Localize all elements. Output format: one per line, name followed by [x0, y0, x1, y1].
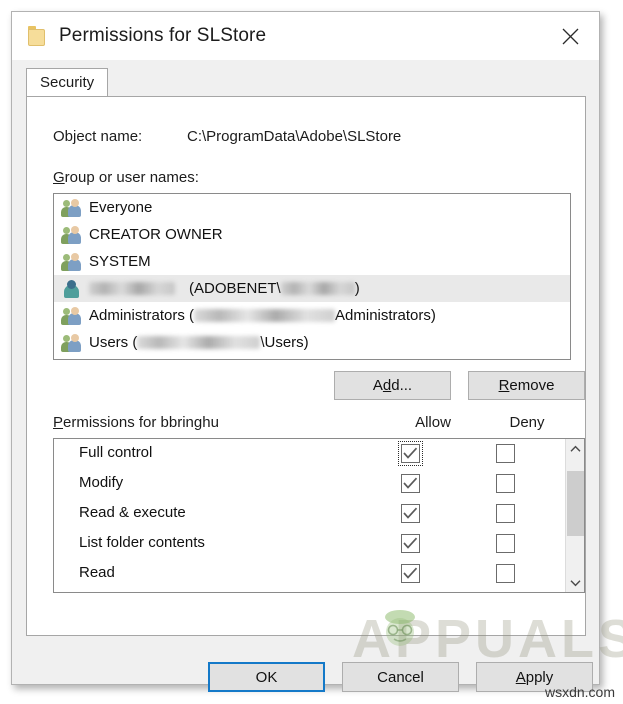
table-row[interactable]: Read & execute: [54, 499, 565, 529]
table-row[interactable]: Write: [54, 589, 565, 592]
permissions-scrollbar[interactable]: [565, 439, 584, 592]
list-item[interactable]: Administrators ( Administrators): [54, 302, 570, 329]
dialog-title: Permissions for SLStore: [59, 25, 267, 46]
list-item-label: Users (: [89, 334, 138, 351]
list-item[interactable]: Everyone: [54, 194, 570, 221]
allow-checkbox[interactable]: [401, 564, 420, 583]
group-icon: [61, 252, 81, 271]
list-item[interactable]: SYSTEM: [54, 248, 570, 275]
list-item-label: Everyone: [89, 199, 153, 216]
permissions-label: Permissions for bbringhu: [53, 414, 219, 431]
table-row[interactable]: Modify: [54, 469, 565, 499]
permission-name: List folder contents: [79, 534, 205, 551]
tab-security-label: Security: [40, 74, 95, 91]
permission-name: Read: [79, 564, 115, 581]
site-watermark: wsxdn.com: [544, 684, 615, 700]
chevron-up-icon[interactable]: [566, 439, 584, 458]
permissions-listbox[interactable]: Full control Modify Read & execute List …: [53, 438, 585, 593]
list-item[interactable]: Users ( \Users): [54, 329, 570, 356]
tab-security[interactable]: Security: [26, 68, 109, 96]
object-name-label: Object name:: [53, 128, 143, 145]
add-button[interactable]: Ad d...: [334, 371, 451, 400]
scrollbar-thumb[interactable]: [567, 471, 584, 536]
dialog-titlebar: Permissions for SLStore: [12, 12, 599, 60]
redacted-username: [89, 282, 175, 295]
redacted-domain: [137, 336, 261, 349]
allow-checkbox[interactable]: [401, 534, 420, 553]
permissions-account: bbringhu: [160, 414, 219, 431]
list-item-label: SYSTEM: [89, 253, 151, 270]
user-icon: [61, 279, 81, 298]
group-icon: [61, 333, 81, 352]
table-row[interactable]: Read: [54, 559, 565, 589]
redacted-username-suffix: [280, 282, 355, 295]
column-header-allow: Allow: [415, 414, 451, 431]
group-icon: [61, 306, 81, 325]
list-item-selected[interactable]: (ADOBENET\ ): [54, 275, 570, 302]
security-tab-panel: Object name: C:\ProgramData\Adobe\SLStore…: [26, 96, 586, 636]
folder-icon: [28, 26, 46, 46]
cancel-button[interactable]: Cancel: [342, 662, 459, 692]
table-row[interactable]: Full control: [54, 439, 565, 469]
list-item-label: (ADOBENET\: [189, 280, 281, 297]
permission-name: Read & execute: [79, 504, 186, 521]
table-row[interactable]: List folder contents: [54, 529, 565, 559]
group-list-label: Group or user names:: [53, 169, 199, 186]
chevron-down-icon[interactable]: [566, 573, 584, 592]
deny-checkbox[interactable]: [496, 474, 515, 493]
object-name-row: Object name: C:\ProgramData\Adobe\SLStore: [53, 128, 401, 145]
group-icon: [61, 225, 81, 244]
permission-name: Full control: [79, 444, 153, 461]
allow-checkbox[interactable]: [401, 504, 420, 523]
list-item[interactable]: CREATOR OWNER: [54, 221, 570, 248]
object-name-value: C:\ProgramData\Adobe\SLStore: [187, 128, 402, 145]
group-icon: [61, 198, 81, 217]
list-item-label-suffix: ): [354, 280, 360, 297]
list-item-label: Administrators (: [89, 307, 195, 324]
redacted-domain: [194, 309, 336, 322]
deny-checkbox[interactable]: [496, 444, 515, 463]
group-user-listbox[interactable]: Everyone CREATOR OWNER SYSTEM (ADOBENET\…: [53, 193, 571, 360]
deny-checkbox[interactable]: [496, 564, 515, 583]
deny-checkbox[interactable]: [496, 534, 515, 553]
tab-strip: Security: [12, 68, 599, 96]
close-icon[interactable]: [541, 12, 599, 60]
permissions-rows: Full control Modify Read & execute List …: [54, 439, 565, 592]
remove-button[interactable]: Remove: [468, 371, 585, 400]
allow-checkbox[interactable]: [401, 474, 420, 493]
permission-name: Modify: [79, 474, 124, 491]
page-root: Permissions for SLStore Security Object …: [0, 0, 623, 704]
column-header-deny: Deny: [509, 414, 545, 431]
deny-checkbox[interactable]: [496, 504, 515, 523]
list-item-label: CREATOR OWNER: [89, 226, 223, 243]
allow-checkbox[interactable]: [398, 441, 423, 466]
list-item-label-suffix: Administrators): [335, 307, 436, 324]
list-item-label-suffix: \Users): [260, 334, 309, 351]
ok-button[interactable]: OK: [208, 662, 325, 692]
permissions-dialog: Permissions for SLStore Security Object …: [11, 11, 600, 692]
